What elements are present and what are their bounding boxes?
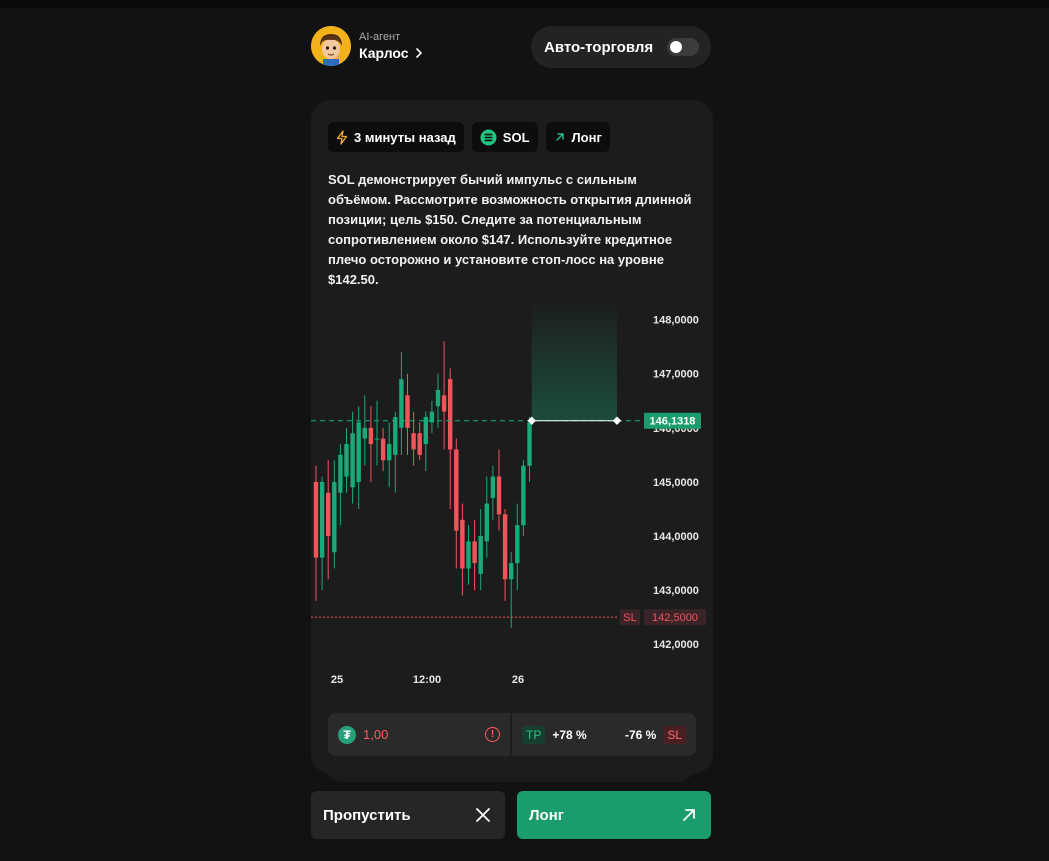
candle-body — [454, 449, 459, 531]
chevron-right-icon — [415, 48, 422, 58]
signal-card: 3 минуты назад SOL Лонг SOL демонстрируе… — [311, 100, 713, 774]
sl-badge-label: SL — [623, 612, 636, 624]
x-tick-label: 12:00 — [413, 674, 441, 686]
candle-body — [472, 541, 477, 564]
y-tick-label: 144,0000 — [653, 531, 699, 543]
tether-icon: ₮ — [338, 725, 356, 744]
close-icon — [476, 808, 490, 822]
position-summary: ₮ 1,00 ! TP +78 % -76 % SL — [328, 713, 696, 756]
y-tick-label: 147,0000 — [653, 369, 699, 381]
candle-body — [490, 476, 496, 499]
candle-body — [411, 433, 416, 450]
take-profit-zone — [531, 298, 617, 421]
y-tick-label: 142,0000 — [653, 639, 699, 651]
candle-body — [435, 389, 441, 407]
candle-body — [478, 536, 483, 574]
sl-price-label: 142,5000 — [652, 612, 698, 624]
agent-selector[interactable]: AI-агент Карлос — [311, 26, 423, 66]
agent-label: AI-агент — [359, 31, 401, 43]
y-tick-label: 143,0000 — [653, 585, 699, 597]
tp-value: +78 % — [552, 727, 587, 742]
sl-value: -76 % — [624, 727, 657, 742]
candle-body — [417, 433, 422, 455]
top-bar — [0, 0, 1049, 8]
cartoon-avatar-icon — [311, 26, 351, 66]
y-tick-label: 148,0000 — [653, 315, 699, 327]
auto-trade-label: Авто-торговля — [544, 38, 654, 56]
candle-body — [466, 541, 471, 569]
candle-body — [319, 481, 325, 558]
candle-body — [326, 492, 331, 536]
candle-body — [380, 438, 386, 461]
amount-value: 1,00 — [363, 727, 389, 742]
agent-name: Карлос — [359, 45, 409, 61]
candle-body — [423, 417, 428, 445]
candle-body — [496, 476, 502, 515]
price-chart[interactable]: 148,0000147,0000146,0000145,0000144,0000… — [311, 100, 713, 700]
sl-tag: SL — [663, 725, 686, 744]
candle-body — [332, 481, 337, 553]
amount-field[interactable]: ₮ 1,00 ! — [328, 713, 512, 756]
candle-body — [344, 444, 349, 477]
candle-body — [460, 519, 465, 569]
candle-body — [374, 438, 380, 440]
entry-price-label: 146,1318 — [650, 416, 696, 428]
candle-body — [393, 417, 398, 455]
candle-body — [502, 514, 508, 580]
long-button[interactable]: Лонг — [517, 791, 711, 839]
candle-body — [405, 395, 410, 428]
toggle-knob — [670, 41, 682, 53]
avatar — [311, 26, 351, 66]
skip-button-label: Пропустить — [323, 806, 411, 824]
candle-body — [356, 422, 361, 482]
candle-body — [387, 444, 392, 461]
skip-button[interactable]: Пропустить — [311, 791, 505, 839]
warning-icon: ! — [485, 727, 500, 742]
y-tick-label: 145,0000 — [653, 477, 699, 489]
long-button-label: Лонг — [529, 806, 564, 824]
x-tick-label: 25 — [331, 674, 343, 686]
candle-body — [362, 427, 367, 439]
arrow-up-right-icon — [683, 809, 695, 821]
candle-body — [350, 433, 355, 488]
candle-body — [515, 525, 520, 564]
candle-body — [509, 563, 514, 580]
candle-body — [484, 503, 489, 542]
candle-body — [527, 422, 532, 466]
auto-trade-control[interactable]: Авто-торговля — [531, 26, 711, 68]
tp-sl-field[interactable]: TP +78 % -76 % SL — [512, 713, 696, 756]
candle-body — [368, 427, 374, 445]
tp-tag: TP — [522, 725, 546, 744]
candle-body — [338, 454, 343, 493]
candle-body — [448, 379, 453, 450]
candle-body — [313, 481, 319, 558]
candle-body — [521, 465, 526, 526]
auto-trade-toggle[interactable] — [667, 38, 699, 56]
candle-body — [441, 395, 447, 412]
x-tick-label: 26 — [512, 674, 524, 686]
